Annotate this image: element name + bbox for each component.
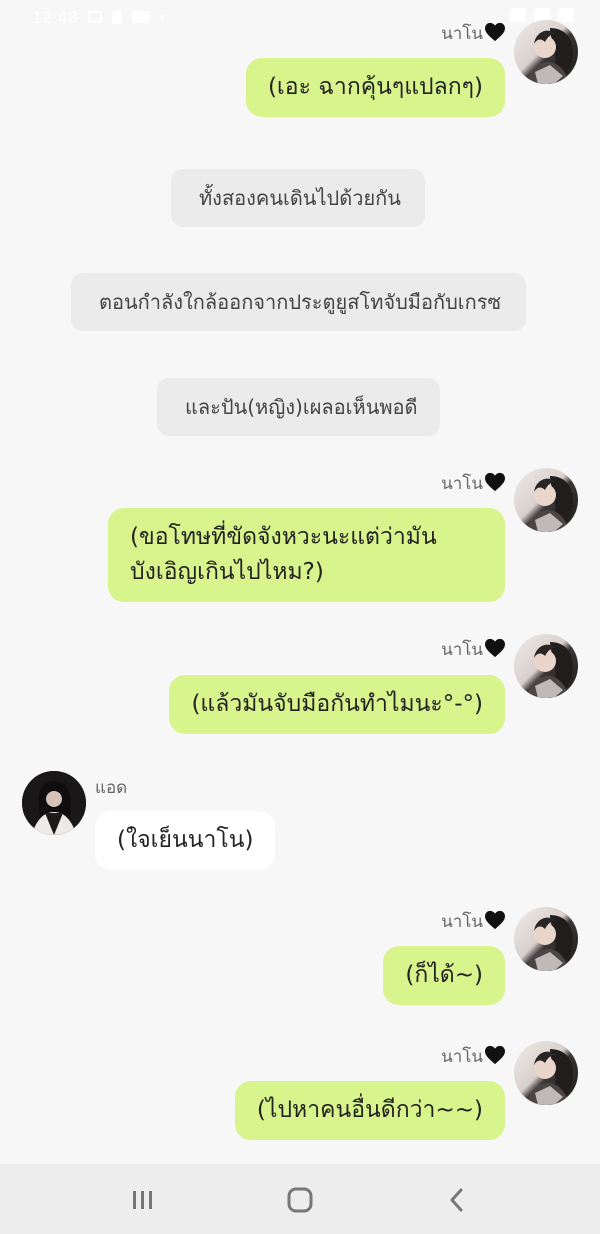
chat-bubble-me[interactable]: (แล้วมันจับมือกันทำไมนะ°-°) [169, 675, 505, 734]
system-message: ทั้งสองคนเดินไปด้วยกัน [171, 169, 425, 227]
system-message: ตอนกำลังใกล้ออกจากประตูยูสโทจับมือกับเกร… [71, 273, 526, 331]
chat-message-text: (ไปหาคนอื่นดีกว่า~~) [256, 1097, 483, 1123]
black-heart-icon [485, 910, 505, 930]
back-icon [450, 1188, 463, 1212]
sender-name: นาโน [441, 1043, 506, 1070]
camera-status-icon [132, 11, 151, 23]
chat-message-text: (ใจเย็นนาโน) [117, 827, 254, 853]
black-heart-icon [485, 22, 505, 42]
chat-bubble-me[interactable]: (ขอโทษที่ขัดจังหวะนะแต่ว่ามัน บังเอิญเกิ… [108, 508, 505, 602]
black-heart-icon [485, 472, 505, 492]
gallery-status-icon [88, 11, 103, 23]
system-message-text: ทั้งสองคนเดินไปด้วยกัน [199, 186, 401, 210]
nano-avatar[interactable] [514, 468, 578, 532]
admin-avatar[interactable] [22, 771, 86, 835]
home-icon [287, 1187, 313, 1213]
hand-status-icon [112, 10, 123, 24]
system-message-text: ตอนกำลังใกล้ออกจากประตูยูสโทจับมือกับเกร… [99, 290, 502, 314]
chat-bubble-me[interactable]: (ไปหาคนอื่นดีกว่า~~) [234, 1081, 505, 1140]
recent-apps-button[interactable] [113, 1178, 173, 1222]
chat-bubble-me[interactable]: (เอะ ฉากคุ้นๆแปลกๆ) [245, 58, 505, 117]
chat-bubble-me[interactable]: (ก็ได้~) [383, 946, 505, 1005]
system-message: และปัน(หญิง)เผลอเห็นพอดี [157, 378, 440, 436]
home-button[interactable] [270, 1178, 330, 1222]
battery-icon [558, 8, 574, 22]
nano-avatar[interactable] [514, 634, 578, 698]
status-time: 12:48 [32, 7, 79, 27]
sender-name: นาโน [441, 636, 506, 663]
nano-avatar[interactable] [514, 20, 578, 84]
black-heart-icon [485, 638, 505, 658]
back-button[interactable] [427, 1178, 487, 1222]
sender-name: นาโน [441, 470, 506, 497]
black-heart-icon [485, 1045, 505, 1065]
dot-status-icon [160, 15, 165, 19]
chat-message-line: บังเอิญเกินไปไหม?) [130, 559, 324, 585]
chat-bubble-other[interactable]: (ใจเย็นนาโน) [95, 811, 276, 870]
sender-name: นาโน [441, 908, 506, 935]
recent-apps-icon [133, 1191, 152, 1209]
chat-message-text: (แล้วมันจับมือกันทำไมนะ°-°) [191, 691, 483, 717]
chat-message-line: (ขอโทษที่ขัดจังหวะนะแต่ว่ามัน [130, 524, 437, 550]
chat-message-text: (ก็ได้~) [405, 962, 483, 988]
nano-avatar[interactable] [514, 907, 578, 971]
android-navigation-bar [0, 1164, 600, 1234]
sender-name: นาโน [441, 20, 506, 47]
signal-icon [510, 8, 526, 22]
sender-name: แอด [95, 778, 128, 798]
chat-message-text: (เอะ ฉากคุ้นๆแปลกๆ) [267, 74, 483, 100]
status-bar: 12:48 [0, 0, 600, 34]
system-message-text: และปัน(หญิง)เผลอเห็นพอดี [185, 395, 418, 419]
nano-avatar[interactable] [514, 1041, 578, 1105]
